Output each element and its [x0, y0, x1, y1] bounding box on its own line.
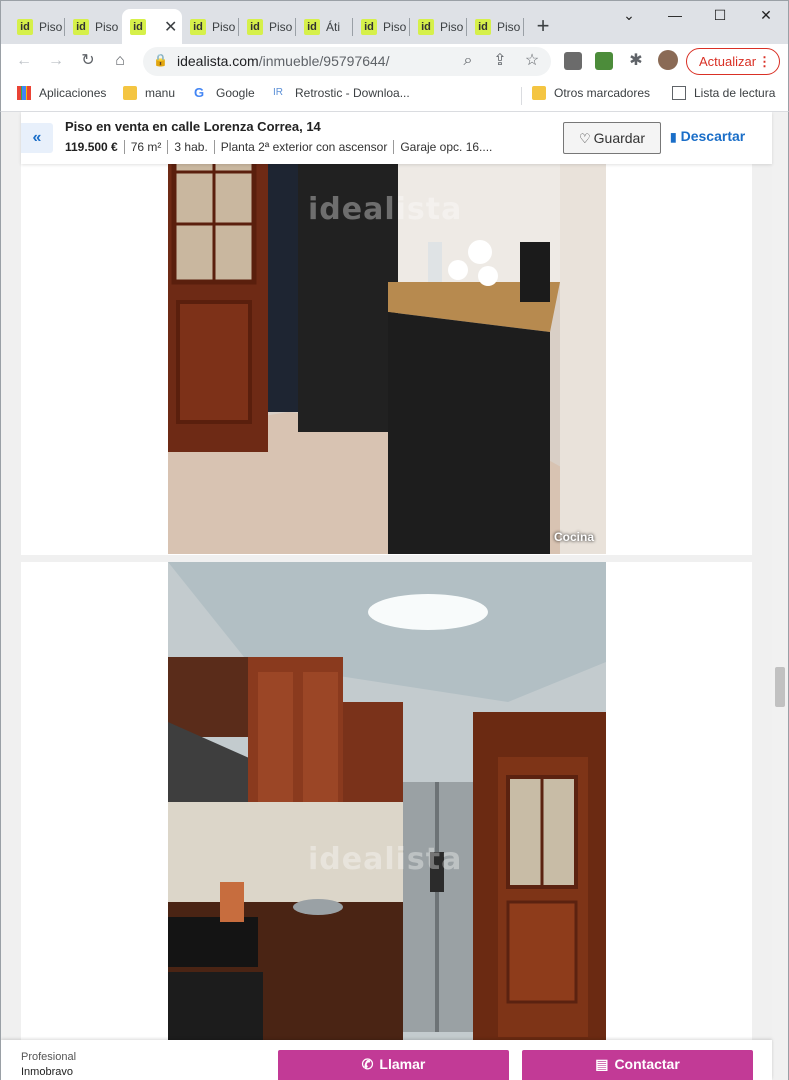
- kitchen-photo-2[interactable]: idealista: [168, 562, 606, 1042]
- retrostic-icon: IR: [273, 87, 283, 98]
- bookmark-retrostic[interactable]: IR Retrostic - Downloa...: [273, 86, 410, 100]
- browser-tab[interactable]: id Áti: [296, 9, 353, 45]
- browser-tab[interactable]: id Piso: [410, 9, 467, 45]
- page-scrollbar[interactable]: [772, 112, 788, 1080]
- bookmarks-divider: [521, 87, 522, 105]
- discard-button[interactable]: ▮ Descartar: [670, 128, 745, 144]
- idealista-favicon-icon: id: [304, 19, 320, 35]
- scrollbar-thumb[interactable]: [775, 667, 785, 707]
- listing-rooms: 3 hab.: [167, 140, 213, 154]
- idealista-favicon-icon: id: [190, 19, 206, 35]
- reading-list[interactable]: Lista de lectura: [672, 86, 775, 100]
- idealista-favicon-icon: id: [418, 19, 434, 35]
- bookmark-manu[interactable]: manu: [123, 86, 175, 100]
- browser-tab[interactable]: id Piso: [467, 9, 524, 45]
- close-window-button[interactable]: ✕: [756, 7, 776, 24]
- menu-dots-icon: ⋮: [758, 54, 771, 69]
- reading-list-icon: [672, 86, 686, 100]
- idealista-favicon-icon: id: [247, 19, 263, 35]
- home-icon[interactable]: ⌂: [109, 50, 131, 72]
- listing-title: Piso en venta en calle Lorenza Correa, 1…: [65, 119, 321, 134]
- maximize-window-button[interactable]: ☐: [710, 7, 730, 24]
- chat-icon: ▤: [595, 1056, 609, 1072]
- profile-avatar[interactable]: [658, 50, 678, 70]
- lock-icon: 🔒: [153, 53, 168, 67]
- zoom-search-icon[interactable]: ⌕: [457, 50, 479, 72]
- kitchen-photo-image: [168, 112, 606, 554]
- bookmark-star-icon[interactable]: ☆: [521, 50, 543, 72]
- folder-icon: [532, 86, 546, 100]
- page-viewport: « Piso en venta en calle Lorenza Correa,…: [0, 112, 789, 1080]
- back-to-list-button[interactable]: «: [21, 123, 53, 153]
- kitchen-photo-image: [168, 562, 606, 1042]
- trash-icon: ▮: [670, 130, 677, 144]
- save-favorite-button[interactable]: ♡ Guardar: [563, 122, 661, 154]
- listing-garage: Garaje opc. 16....: [393, 140, 498, 154]
- tab-title: Piso: [95, 20, 119, 34]
- close-tab-icon[interactable]: ✕: [164, 17, 177, 37]
- new-tab-button[interactable]: +: [531, 13, 555, 39]
- tab-search-icon[interactable]: ⌄: [619, 7, 639, 24]
- update-label: Actualizar: [699, 54, 757, 69]
- listing-price: 119.500 €: [65, 140, 118, 154]
- listing-summary: 119.500 € 76 m² 3 hab. Planta 2ª exterio…: [65, 140, 498, 154]
- browser-tab-strip: id Piso id Piso id ✕ id Piso id Piso id …: [0, 0, 789, 45]
- heart-icon: ♡: [578, 131, 591, 146]
- forward-arrow-icon[interactable]: →: [45, 50, 67, 72]
- idealista-favicon-icon: id: [361, 19, 377, 35]
- idealista-favicon-icon: id: [130, 19, 146, 35]
- browser-tab[interactable]: id Piso: [9, 9, 65, 45]
- tab-title: Áti: [326, 20, 341, 34]
- phone-icon: ✆: [361, 1056, 374, 1072]
- folder-icon: [123, 86, 137, 100]
- kitchen-photo-1[interactable]: idealista Cocina: [168, 112, 606, 554]
- photo-card: idealista Cocina: [21, 112, 752, 555]
- apps-grid-icon: [17, 86, 31, 100]
- browser-tab[interactable]: id Piso: [239, 9, 296, 45]
- watermark: idealista: [308, 842, 463, 877]
- photo-caption: Cocina: [553, 530, 594, 544]
- address-bar[interactable]: 🔒 idealista.com/inmueble/95797644/ ⌕ ⇪ ☆: [143, 47, 551, 76]
- tab-title: Piso: [212, 20, 236, 34]
- reload-icon[interactable]: ↻: [77, 50, 99, 72]
- share-icon[interactable]: ⇪: [489, 50, 511, 72]
- browser-tab[interactable]: id Piso: [65, 9, 122, 45]
- photo-card: idealista: [21, 562, 752, 1042]
- browser-tab-active[interactable]: id ✕: [122, 9, 182, 45]
- tab-title: Piso: [269, 20, 293, 34]
- bookmarks-bar: Aplicaciones manu G Google IR Retrostic …: [0, 79, 789, 112]
- bookmark-google[interactable]: G Google: [194, 85, 255, 101]
- contact-footer: Profesional Inmobravo ✆ Llamar ▤ Contactar: [1, 1040, 772, 1080]
- contact-button[interactable]: ▤ Contactar: [522, 1050, 753, 1080]
- listing-floor: Planta 2ª exterior con ascensor: [213, 140, 394, 154]
- tab-title: Piso: [440, 20, 464, 34]
- extension-icon[interactable]: [595, 52, 613, 70]
- watermark: idealista: [308, 192, 463, 227]
- listing-area: 76 m²: [123, 140, 168, 154]
- google-icon: G: [194, 85, 205, 100]
- tab-title: Piso: [497, 20, 521, 34]
- idealista-favicon-icon: id: [73, 19, 89, 35]
- url-text: idealista.com/inmueble/95797644/: [177, 53, 390, 69]
- update-button[interactable]: Actualizar ⋮: [686, 48, 780, 75]
- puzzle-extensions-icon[interactable]: ✱: [625, 50, 647, 72]
- browser-tab[interactable]: id Piso: [182, 9, 239, 45]
- minimize-window-button[interactable]: —: [665, 7, 685, 23]
- extension-icon[interactable]: [564, 52, 582, 70]
- browser-tab[interactable]: id Piso: [353, 9, 410, 45]
- bookmark-apps[interactable]: Aplicaciones: [17, 86, 106, 100]
- tab-title: Piso: [383, 20, 407, 34]
- tab-title: Piso: [39, 20, 63, 34]
- idealista-favicon-icon: id: [17, 19, 33, 35]
- listing-sticky-header: « Piso en venta en calle Lorenza Correa,…: [21, 112, 772, 164]
- idealista-favicon-icon: id: [475, 19, 491, 35]
- professional-label: Profesional: [21, 1051, 77, 1063]
- bookmark-other[interactable]: Otros marcadores: [532, 86, 650, 100]
- browser-toolbar: ← → ↻ ⌂ 🔒 idealista.com/inmueble/9579764…: [0, 44, 789, 79]
- call-button[interactable]: ✆ Llamar: [278, 1050, 509, 1080]
- agency-name: Inmobravo: [21, 1066, 73, 1078]
- back-arrow-icon[interactable]: ←: [13, 50, 35, 72]
